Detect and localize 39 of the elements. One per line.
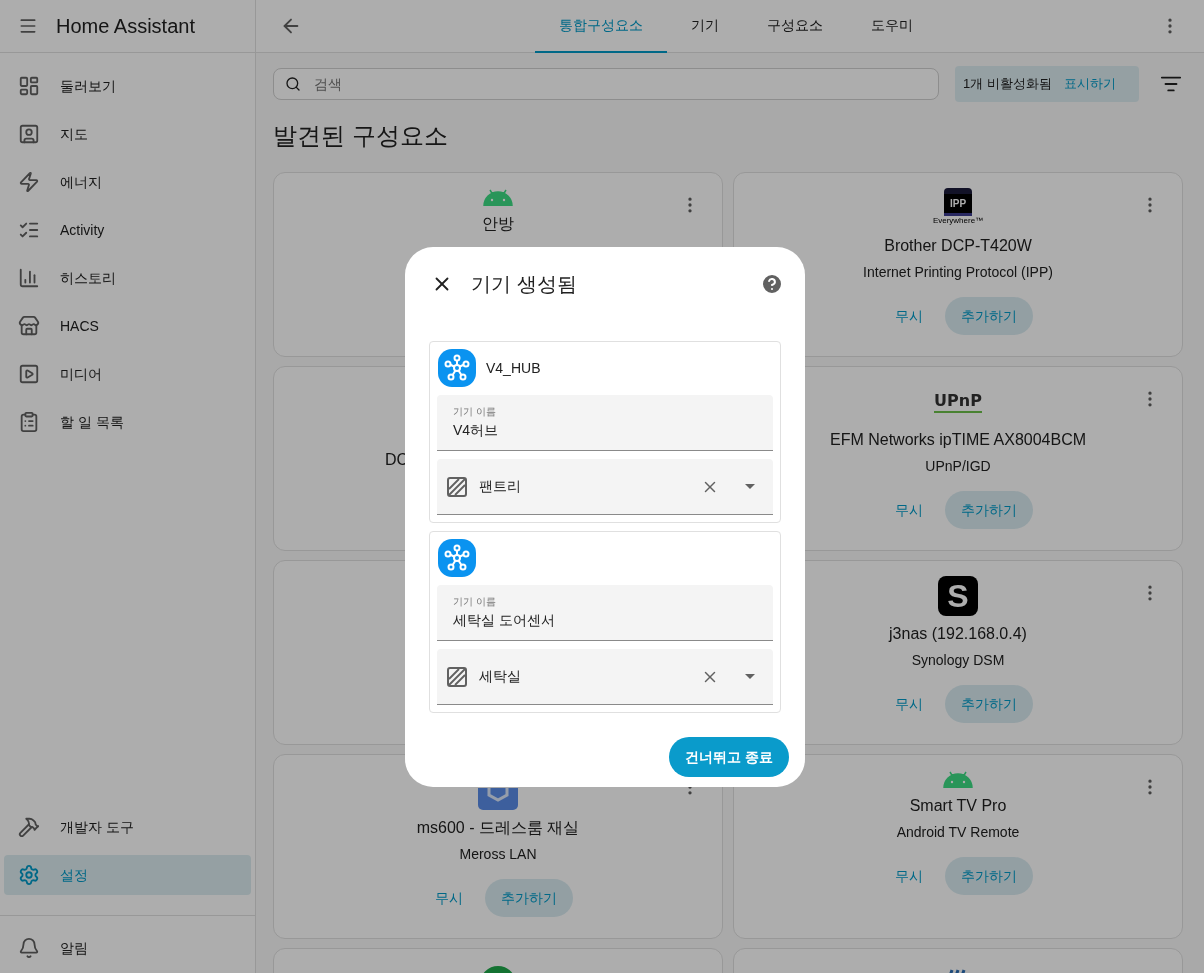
device-name: j3nas (192.168.0.4) — [889, 624, 1027, 644]
dialog-title: 기기 생성됨 — [471, 272, 578, 297]
device-name: EFM Networks ipTIME AX8004BCM — [829, 430, 1087, 450]
area-picker[interactable]: 팬트리 — [437, 459, 773, 515]
area-picker[interactable]: 세탁실 — [437, 649, 773, 705]
integration-name: Synology DSM — [911, 651, 1005, 670]
device-title: V4_HUB — [486, 358, 541, 378]
area-value: 세탁실 — [479, 667, 522, 686]
tab[interactable]: 기기 — [667, 0, 743, 53]
printer-logo: IPP Everywhere™ — [932, 188, 984, 228]
integration-name: Meross LAN — [459, 845, 537, 864]
upnp-logo: UPnP — [934, 382, 982, 422]
sidebar-item[interactable]: 할 일 목록 — [4, 402, 251, 442]
sidebar-item[interactable]: 미디어 — [4, 354, 251, 394]
synology-logo: S — [938, 576, 978, 616]
sidebar-item[interactable]: HACS — [4, 306, 251, 346]
tab[interactable]: 도우미 — [847, 0, 937, 53]
device-name: Smart TV Pro — [909, 796, 1007, 816]
area-value: 팬트리 — [479, 477, 522, 496]
device-name: Brother DCP-T420W — [884, 236, 1032, 256]
integration-name: UPnP/IGD — [925, 457, 991, 476]
field-label: 기기 이름 — [453, 406, 496, 418]
app-title: Home Assistant — [56, 14, 195, 39]
sidebar-item[interactable]: 개발자 도구 — [4, 807, 251, 847]
sidebar-item[interactable]: Activity — [4, 210, 251, 250]
sidebar-item[interactable]: 지도 — [4, 114, 251, 154]
integration-name: Internet Printing Protocol (IPP) — [863, 263, 1053, 282]
device-name: 안방 — [482, 214, 514, 234]
sidebar-item[interactable]: 히스토리 — [4, 258, 251, 298]
search-field[interactable]: 검색 — [273, 68, 939, 100]
integration-name: Android TV Remote — [896, 823, 1020, 842]
sidebar-item[interactable]: 에너지 — [4, 162, 251, 202]
field-label: 기기 이름 — [453, 596, 496, 608]
disabled-count: 1개 비활성화됨 — [963, 75, 1052, 94]
tab[interactable]: 구성요소 — [743, 0, 847, 53]
device-name: ms600 - 드레스룸 재실 — [416, 818, 580, 838]
sidebar-item[interactable]: 둘러보기 — [4, 66, 251, 106]
notifications-label[interactable]: 알림 — [60, 937, 88, 958]
section-heading: 발견된 구성요소 — [272, 121, 449, 151]
